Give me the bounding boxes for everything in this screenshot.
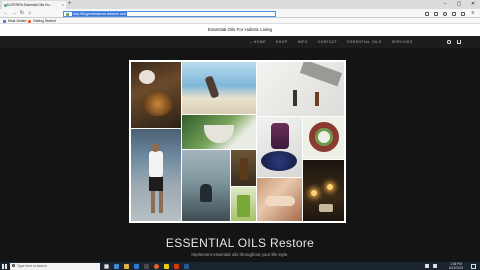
candles-spa-photo — [303, 160, 344, 221]
lock-icon — [66, 12, 69, 16]
clock-date: 6/13/2019 — [448, 266, 464, 270]
taskbar-search-input[interactable]: Type here to search — [10, 262, 100, 270]
gear-icon — [3, 19, 6, 23]
forward-button[interactable]: → — [10, 9, 18, 18]
sidebar-icon[interactable] — [434, 11, 438, 16]
browser-tab[interactable]: DoTERRA Essential Oils Ho... × — [2, 1, 66, 9]
address-bar-url: http://blogrenteriacom.anlstore.com — [72, 12, 128, 17]
file-explorer-icon[interactable] — [124, 263, 129, 269]
green-juice-photo — [231, 187, 256, 221]
task-view-icon[interactable] — [104, 263, 109, 269]
search-icon — [12, 264, 15, 267]
oil-bottle-photo — [231, 150, 256, 186]
reload-button[interactable]: ↻ — [18, 9, 26, 18]
menu-item-services[interactable]: SERVICES — [392, 36, 413, 48]
word-icon[interactable] — [184, 263, 189, 269]
volume-icon[interactable] — [433, 264, 437, 268]
cart-icon[interactable] — [457, 40, 461, 44]
hero-subtitle: Implement essential oils throughout your… — [191, 252, 289, 257]
menu-icon[interactable]: ≡ — [469, 9, 477, 18]
new-tab-button[interactable]: + — [68, 0, 72, 9]
windows-taskbar: Type here to search 1:36 PM 6/13/2019 — [0, 262, 480, 270]
minimize-button[interactable]: – — [438, 0, 452, 9]
close-tab-icon[interactable]: × — [62, 1, 64, 9]
site-title[interactable]: Essential Oils For Holistic Living — [0, 24, 480, 36]
network-icon[interactable] — [425, 264, 429, 268]
system-clock[interactable]: 1:36 PM 6/13/2019 — [444, 262, 468, 270]
hero-title: ESSENTIAL OILS Restore — [165, 236, 315, 250]
site-header: Essential Oils For Holistic Living — [0, 24, 480, 36]
windows-start-icon[interactable] — [2, 263, 7, 269]
bookmark-label: Most Visited — [8, 19, 27, 23]
menu-item-essential-oils[interactable]: ESSENTIAL OILS — [347, 36, 381, 48]
search-icon[interactable] — [447, 40, 451, 44]
address-bar[interactable]: http://blogrenteriacom.anlstore.com — [63, 10, 276, 17]
site-navigation: – HOME SHOP INFO CONTACT ESSENTIAL OILS … — [0, 36, 480, 48]
bookmark-label: Getting Started — [33, 19, 56, 23]
extension-icon[interactable] — [452, 11, 456, 16]
massage-spa-photo — [257, 178, 302, 221]
browser-toolbar: ← → ↻ ⌂ http://blogrenteriacom.anlstore.… — [0, 9, 480, 18]
store-icon[interactable] — [134, 263, 139, 269]
app-icon[interactable] — [164, 263, 169, 269]
firefox-icon — [28, 19, 31, 23]
close-window-button[interactable]: ✕ — [466, 0, 480, 9]
maximize-button[interactable]: ▢ — [452, 0, 466, 9]
keyboard-oils-photo — [257, 62, 344, 116]
tab-title: DoTERRA Essential Oils Ho... — [7, 3, 53, 7]
citrus-wreath-photo — [303, 117, 344, 159]
food-bowl-photo — [131, 62, 181, 128]
mortar-herbs-photo — [182, 115, 256, 149]
menu-item-contact[interactable]: CONTACT — [318, 36, 338, 48]
beach-yoga-photo — [182, 62, 256, 114]
reader-icon[interactable] — [461, 11, 465, 16]
main-menu: – HOME SHOP INFO CONTACT ESSENTIAL OILS … — [250, 36, 413, 48]
menu-label: HOME — [253, 40, 267, 44]
berry-smoothie-photo — [257, 117, 302, 177]
hero-collage-image — [129, 60, 346, 223]
menu-item-home[interactable]: – HOME — [250, 36, 266, 48]
home-button[interactable]: ⌂ — [26, 9, 34, 18]
edge-icon[interactable] — [114, 263, 119, 269]
firefox-taskbar-icon[interactable] — [154, 263, 159, 269]
site-favicon-icon — [3, 3, 7, 7]
browser-tab-strip: DoTERRA Essential Oils Ho... × + – ▢ ✕ — [0, 0, 480, 9]
mail-icon[interactable] — [144, 263, 149, 269]
menu-item-shop[interactable]: SHOP — [276, 36, 288, 48]
account-icon[interactable] — [443, 11, 447, 16]
back-button[interactable]: ← — [2, 9, 10, 18]
notifications-icon[interactable] — [471, 263, 476, 269]
library-icon[interactable] — [425, 11, 429, 16]
office-icon[interactable] — [174, 263, 179, 269]
taskbar-search-placeholder: Type here to search — [17, 263, 47, 268]
menu-item-info[interactable]: INFO — [298, 36, 308, 48]
lake-meditation-photo — [182, 150, 230, 221]
tennis-player-photo — [131, 129, 181, 221]
